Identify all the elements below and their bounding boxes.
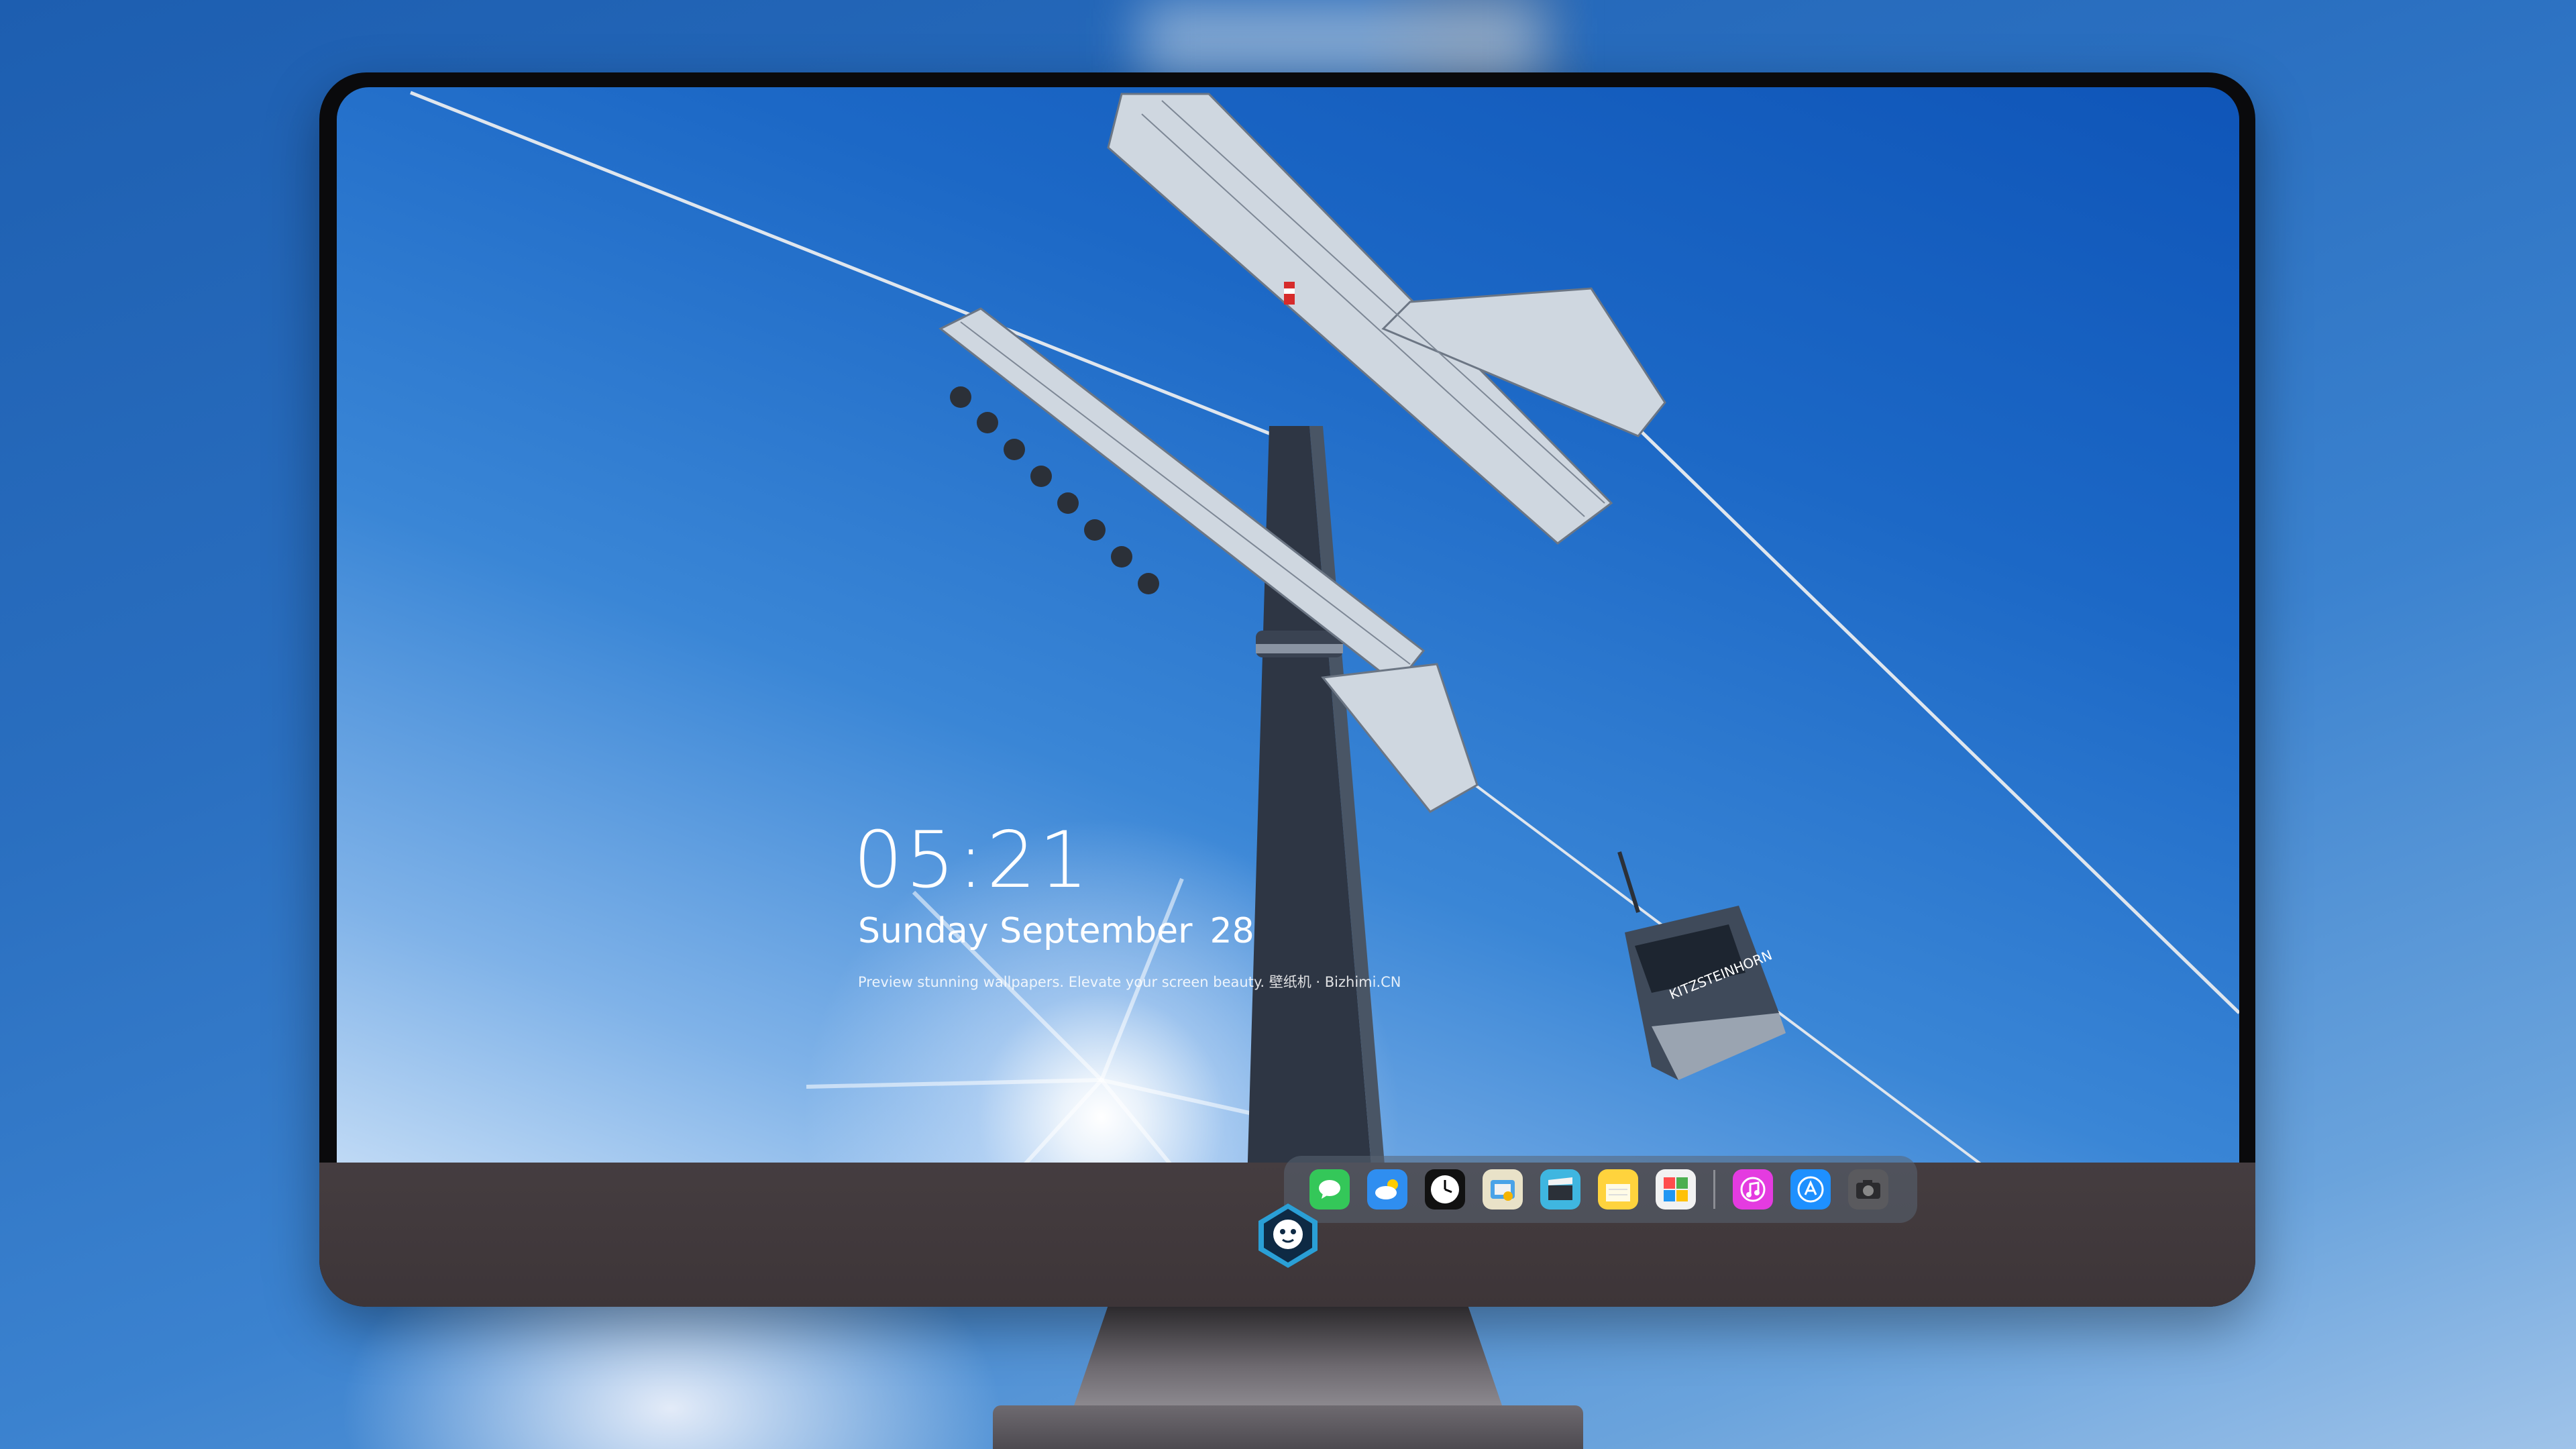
date-month: September — [1000, 911, 1193, 951]
clapperboard-icon[interactable] — [1540, 1169, 1580, 1210]
music-note-icon[interactable] — [1733, 1169, 1773, 1210]
lockscreen-clock: 05:21 — [853, 815, 1091, 906]
lift-tower — [938, 93, 1666, 1229]
dock-separator — [1713, 1170, 1715, 1209]
photo-viewer-icon[interactable] — [1483, 1169, 1523, 1210]
date-weekday: Sunday — [858, 911, 989, 951]
lockscreen-date: Sunday September 28 — [858, 911, 1254, 951]
app-dock — [1284, 1156, 1917, 1223]
wallpaper-tagline: Preview stunning wallpapers. Elevate you… — [858, 974, 1401, 990]
monitor-frame: KITZSTEINHORN 05:21 Sunday September 28 P… — [319, 72, 2255, 1307]
monitor-stand-neck — [1073, 1307, 1503, 1407]
clock-icon[interactable] — [1425, 1169, 1465, 1210]
backdrop-highlight — [1140, 0, 1543, 80]
gondola-cabin: KITZSTEINHORN — [1617, 851, 1786, 1080]
wallpaper-illustration: KITZSTEINHORN — [410, 91, 2239, 1229]
desktop-screen: KITZSTEINHORN 05:21 Sunday September 28 P… — [337, 87, 2239, 1229]
monitor-stand-foot — [993, 1405, 1583, 1449]
date-day: 28 — [1210, 911, 1254, 951]
app-store-icon[interactable] — [1790, 1169, 1831, 1210]
photos-grid-icon[interactable] — [1656, 1169, 1696, 1210]
cloud-icon[interactable] — [1367, 1169, 1407, 1210]
notes-icon[interactable] — [1598, 1169, 1638, 1210]
camera-icon[interactable] — [1848, 1169, 1888, 1210]
brand-logo — [1258, 1203, 1318, 1268]
